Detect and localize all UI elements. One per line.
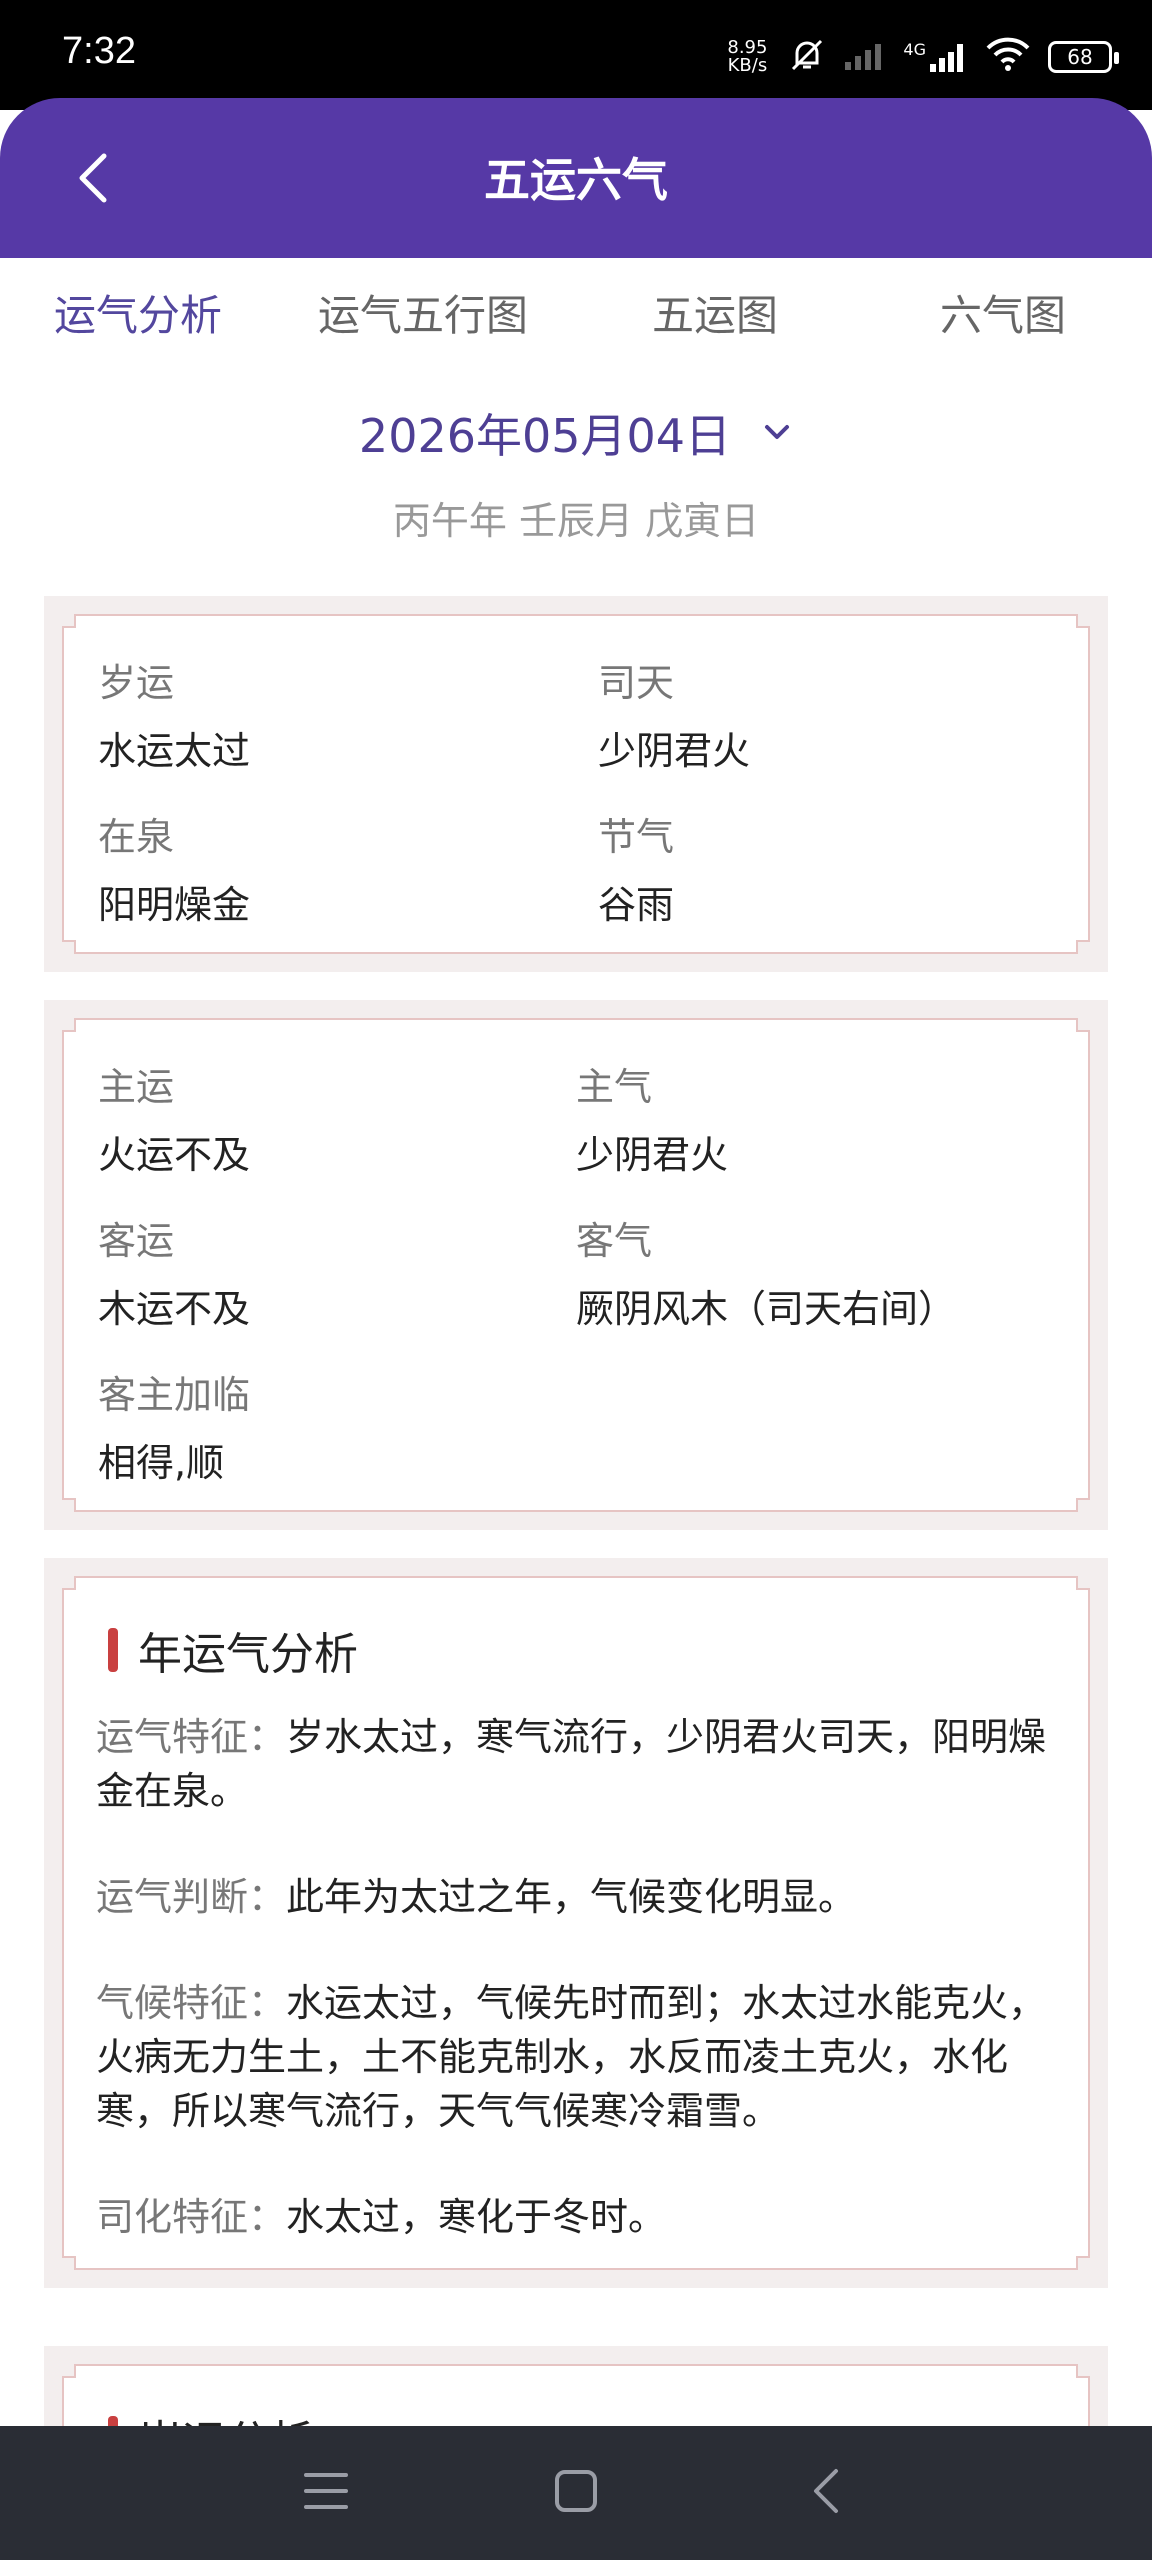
keyun-value: 木运不及 bbox=[98, 1287, 251, 1331]
section-marker bbox=[108, 1628, 118, 1672]
menu-icon bbox=[304, 2473, 348, 2509]
analysis-item: 司化特征：水太过，寒化于冬时。 bbox=[96, 2195, 667, 2239]
sitian-value: 少阴君火 bbox=[598, 729, 751, 773]
suiyun-value: 水运太过 bbox=[98, 729, 251, 773]
jialin-value: 相得,顺 bbox=[98, 1441, 225, 1485]
home-square-icon bbox=[555, 2470, 597, 2512]
jieqi-label: 节气 bbox=[598, 815, 675, 859]
app-header: 五运六气 bbox=[0, 98, 1152, 258]
signal-4g-icon: 4G bbox=[903, 40, 968, 74]
battery-icon: 68 bbox=[1048, 41, 1119, 73]
suiyun-label: 岁运 bbox=[98, 661, 175, 705]
system-back-button[interactable] bbox=[786, 2456, 866, 2526]
wifi-icon bbox=[984, 36, 1032, 78]
jieqi-value: 谷雨 bbox=[598, 883, 675, 927]
zhuyun-value: 火运不及 bbox=[98, 1133, 251, 1177]
chevron-down-icon bbox=[765, 425, 790, 439]
zhuyun-label: 主运 bbox=[98, 1065, 175, 1109]
sitian-label: 司天 bbox=[598, 661, 675, 705]
mute-bell-icon bbox=[787, 35, 827, 79]
net-speed: 8.95 KB/s bbox=[727, 37, 768, 76]
date-picker[interactable]: 2026年05月04日 bbox=[0, 400, 1152, 466]
zhuqi-value: 少阴君火 bbox=[576, 1133, 729, 1177]
signal-empty-icon bbox=[843, 38, 887, 76]
menu-button[interactable] bbox=[286, 2456, 366, 2526]
yunqi-card: 主运 火运不及 主气 少阴君火 客运 木运不及 客气 厥阴风木（司天右间） 客主… bbox=[44, 1000, 1108, 1530]
analysis-item: 气候特征：水运太过，气候先时而到；水太过水能克火，火病无力生土，土不能克制水，水… bbox=[96, 1981, 1047, 2133]
tab-bar: 运气分析 运气五行图 五运图 六气图 bbox=[0, 260, 1152, 370]
keqi-value: 厥阴风木（司天右间） bbox=[576, 1287, 957, 1331]
status-icons: 8.95 KB/s 4G 68 bbox=[723, 32, 1119, 82]
zaiquan-value: 阳明燥金 bbox=[98, 883, 251, 927]
system-nav-bar bbox=[0, 2426, 1152, 2560]
analysis-card: 年运气分析 运气特征：岁水太过，寒气流行，少阴君火司天，阳明燥金在泉。 运气判断… bbox=[44, 1558, 1108, 2288]
status-bar: 7:32 8.95 KB/s 4G 68 bbox=[0, 0, 1152, 110]
page-title: 五运六气 bbox=[484, 153, 668, 207]
status-time: 7:32 bbox=[62, 30, 136, 72]
tab-liuqi-chart[interactable]: 六气图 bbox=[940, 282, 1066, 343]
keqi-label: 客气 bbox=[576, 1219, 653, 1263]
tab-wuyun-chart[interactable]: 五运图 bbox=[652, 282, 778, 343]
tab-analysis[interactable]: 运气分析 bbox=[54, 282, 222, 343]
keyun-label: 客运 bbox=[98, 1219, 175, 1263]
zaiquan-label: 在泉 bbox=[98, 815, 175, 859]
summary-card: 岁运 水运太过 司天 少阴君火 在泉 阳明燥金 节气 谷雨 bbox=[44, 596, 1108, 972]
tab-wuxing-chart[interactable]: 运气五行图 bbox=[318, 282, 528, 343]
zhuqi-label: 主气 bbox=[576, 1065, 653, 1109]
home-button[interactable] bbox=[536, 2456, 616, 2526]
back-triangle-icon bbox=[814, 2469, 838, 2513]
jialin-label: 客主加临 bbox=[98, 1373, 251, 1417]
analysis-title: 年运气分析 bbox=[108, 1618, 358, 1682]
date-value: 2026年05月04日 bbox=[358, 409, 732, 463]
analysis-item: 运气判断：此年为太过之年，气候变化明显。 bbox=[96, 1875, 857, 1919]
ganzhi-date: 丙午年 壬辰月 戊寅日 bbox=[392, 499, 760, 543]
analysis-item: 运气特征：岁水太过，寒气流行，少阴君火司天，阳明燥金在泉。 bbox=[96, 1715, 1047, 1813]
